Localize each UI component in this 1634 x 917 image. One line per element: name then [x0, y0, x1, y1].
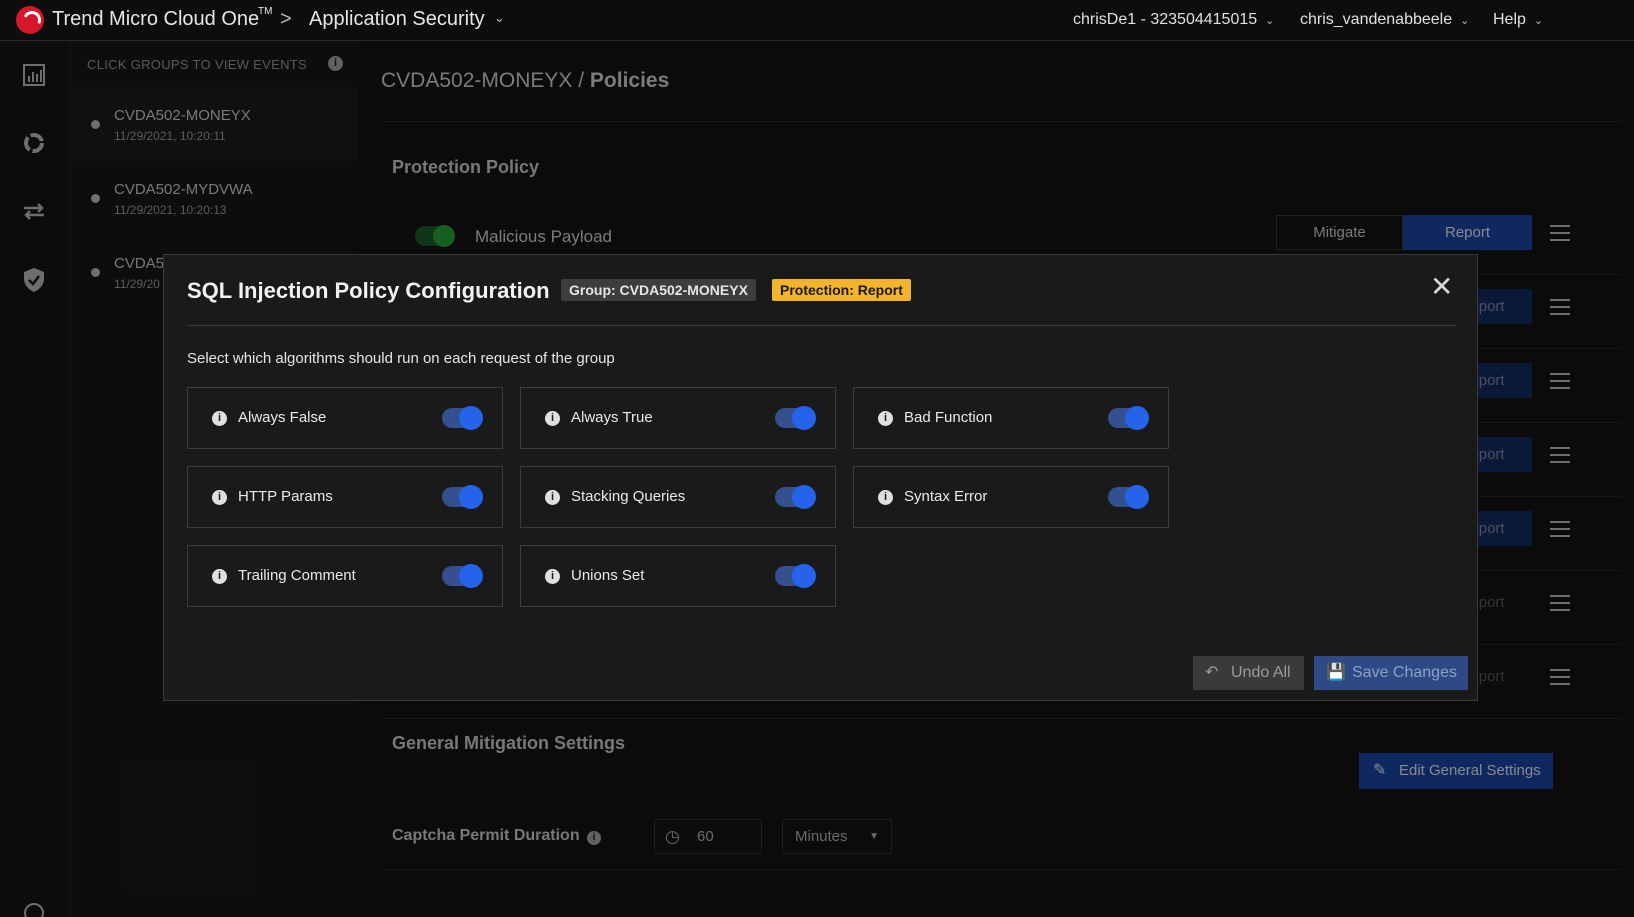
modal-description: Select which algorithms should run on ea…	[187, 350, 615, 367]
modal-title: SQL Injection Policy Configuration	[187, 278, 550, 303]
algorithm-card: i Syntax Error	[853, 466, 1169, 528]
algorithm-label: Stacking Queries	[571, 488, 686, 505]
algorithm-label: Always False	[238, 409, 327, 426]
save-disk-icon: 💾	[1326, 664, 1346, 681]
save-label: Save Changes	[1352, 664, 1457, 681]
algorithm-card: i HTTP Params	[187, 466, 503, 528]
sql-injection-config-modal: SQL Injection Policy Configuration Group…	[163, 254, 1478, 701]
close-icon[interactable]: ✕	[1430, 272, 1453, 302]
undo-arrow-icon: ↶	[1205, 664, 1219, 681]
breadcrumb-separator-icon: >	[280, 8, 292, 30]
user-menu[interactable]: chris_vandenabbeele ⌄	[1300, 11, 1469, 29]
info-icon[interactable]: i	[545, 490, 560, 505]
account-menu[interactable]: chrisDe1 - 323504415015 ⌄	[1073, 11, 1274, 29]
algorithm-card: i Stacking Queries	[520, 466, 836, 528]
algorithm-card: i Trailing Comment	[187, 545, 503, 607]
algorithm-card: i Unions Set	[520, 545, 836, 607]
chevron-down-icon[interactable]: ⌄	[494, 10, 505, 26]
info-icon[interactable]: i	[212, 490, 227, 505]
algorithm-label: HTTP Params	[238, 488, 333, 505]
algorithm-label: Always True	[571, 409, 653, 426]
algorithm-label: Syntax Error	[904, 488, 988, 505]
algorithm-toggle[interactable]	[1108, 485, 1149, 509]
undo-label: Undo All	[1231, 664, 1291, 681]
info-icon[interactable]: i	[212, 569, 227, 584]
info-icon[interactable]: i	[878, 411, 893, 426]
algorithm-toggle[interactable]	[775, 406, 816, 430]
group-badge: Group: CVDA502-MONEYX	[561, 279, 756, 301]
brand-trademark: TM	[258, 6, 273, 17]
user-label: chris_vandenabbeele	[1300, 11, 1453, 28]
brand-name[interactable]: Trend Micro Cloud One	[52, 8, 259, 31]
divider	[187, 325, 1457, 326]
app-switcher[interactable]: Application Security	[309, 8, 485, 31]
algorithm-label: Trailing Comment	[238, 567, 356, 584]
algorithm-toggle[interactable]	[1108, 406, 1149, 430]
algorithm-label: Bad Function	[904, 409, 993, 426]
chevron-down-icon: ⌄	[1265, 15, 1275, 27]
info-icon[interactable]: i	[878, 490, 893, 505]
algorithm-card: i Always False	[187, 387, 503, 449]
undo-all-button[interactable]: ↶ Undo All	[1193, 656, 1304, 690]
algorithm-label: Unions Set	[571, 567, 645, 584]
info-icon[interactable]: i	[212, 411, 227, 426]
info-icon[interactable]: i	[545, 569, 560, 584]
help-menu[interactable]: Help ⌄	[1493, 11, 1543, 29]
algorithm-toggle[interactable]	[442, 406, 483, 430]
algorithm-card: i Always True	[520, 387, 836, 449]
algorithm-toggle[interactable]	[442, 485, 483, 509]
chevron-down-icon: ⌄	[1533, 15, 1544, 27]
trend-micro-logo-icon[interactable]	[16, 6, 44, 34]
algorithm-toggle[interactable]	[775, 564, 816, 588]
algorithm-toggle[interactable]	[442, 564, 483, 588]
protection-badge: Protection: Report	[772, 279, 911, 301]
chevron-down-icon: ⌄	[1460, 15, 1470, 27]
algorithm-card: i Bad Function	[853, 387, 1169, 449]
account-label: chrisDe1 - 323504415015	[1073, 11, 1258, 28]
help-label: Help	[1493, 11, 1526, 28]
top-bar: Trend Micro Cloud One TM > Application S…	[0, 0, 1634, 41]
save-changes-button[interactable]: 💾 Save Changes	[1314, 656, 1468, 690]
info-icon[interactable]: i	[545, 411, 560, 426]
algorithm-toggle[interactable]	[775, 485, 816, 509]
